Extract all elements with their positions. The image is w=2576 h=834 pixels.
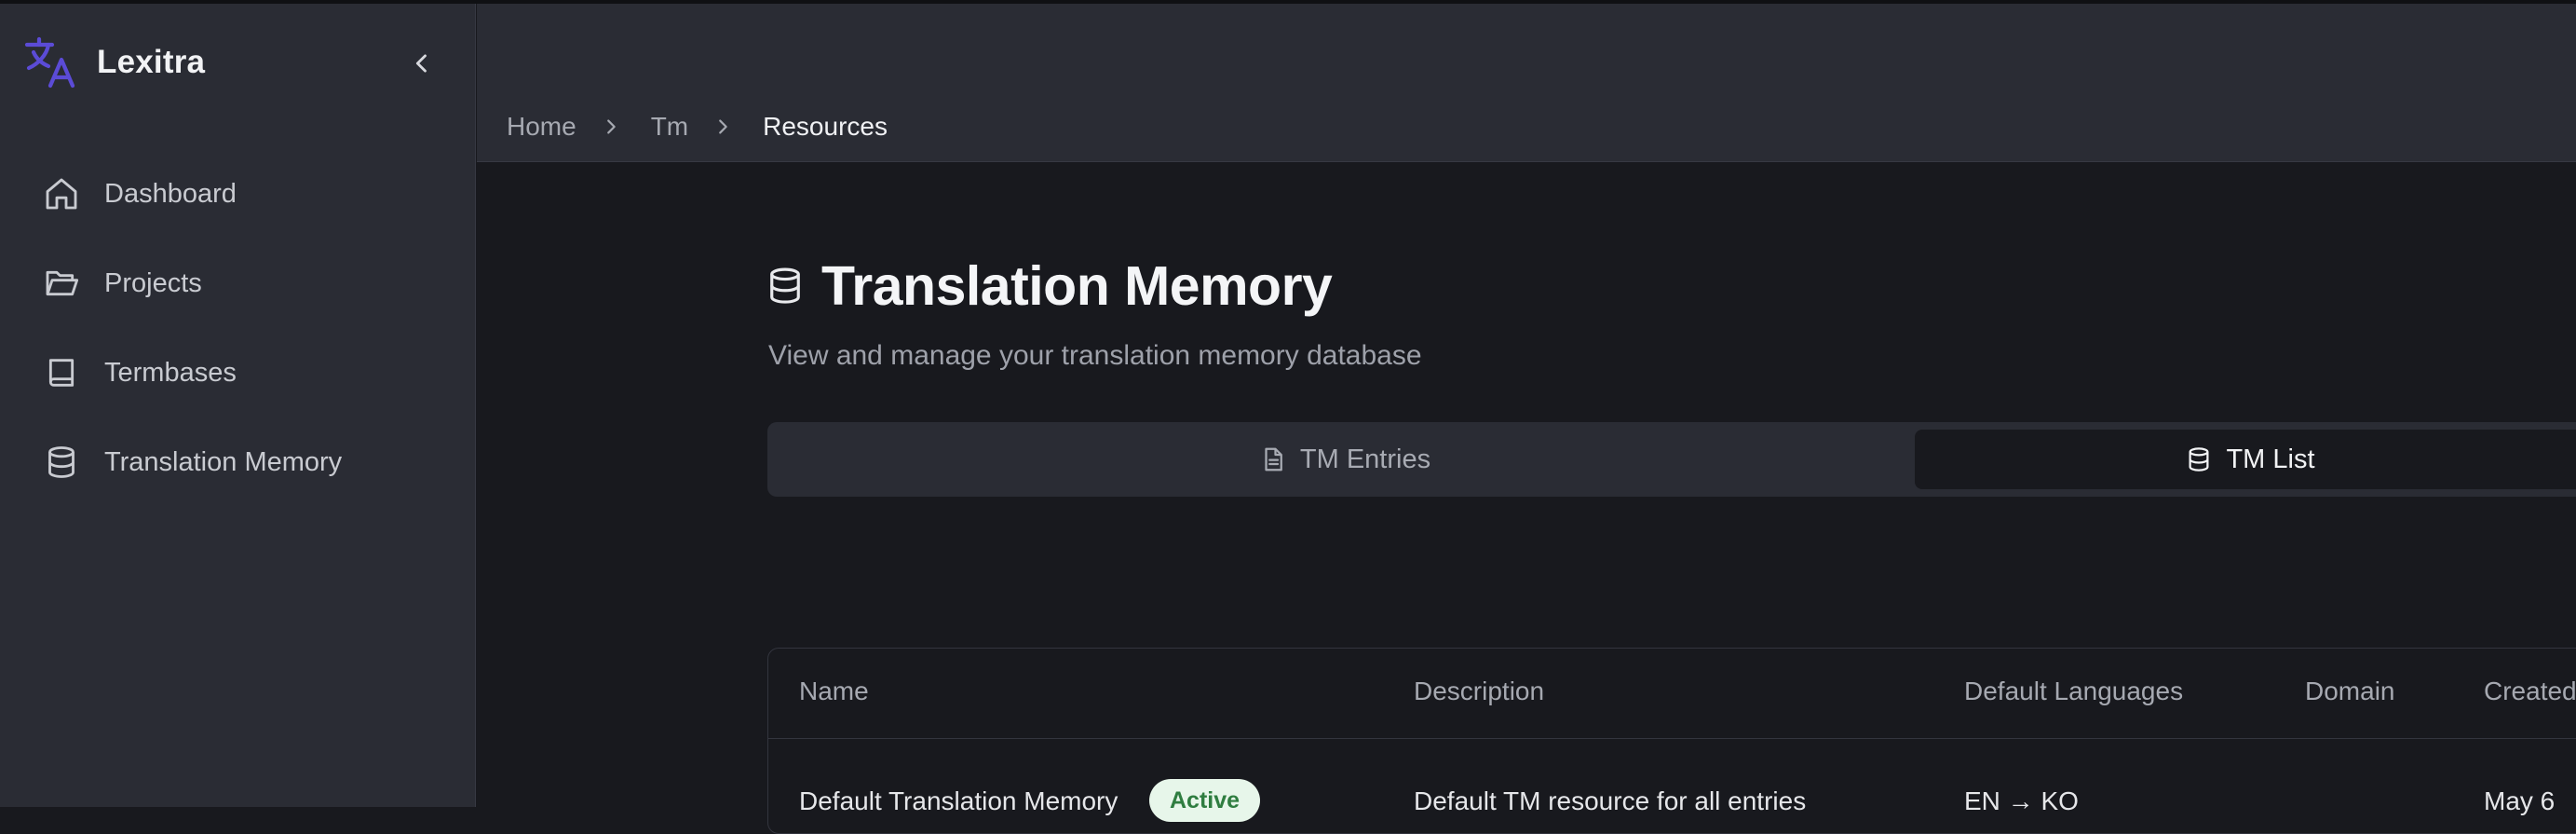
home-icon: [46, 178, 77, 210]
chevron-right-icon: [719, 119, 727, 134]
file-text-icon: [1265, 447, 1282, 472]
app-name: Lexitra: [97, 44, 206, 80]
database-icon: [2189, 447, 2209, 472]
table-header: Name Description Default Languages Domai…: [768, 649, 2576, 739]
brand[interactable]: Lexitra: [24, 35, 205, 89]
page-title: Translation Memory: [821, 255, 1333, 317]
column-header-description[interactable]: Description: [1414, 677, 1544, 706]
sidebar-item-label: Translation Memory: [104, 446, 343, 477]
tm-description: Default TM resource for all entries: [1414, 786, 1807, 815]
sidebar-nav: Dashboard Projects Termbases Translation…: [0, 149, 476, 507]
breadcrumb: Home Tm Resources: [507, 112, 888, 142]
tab-tm-list[interactable]: TM List: [1915, 430, 2576, 489]
chevron-left-icon: [415, 54, 427, 73]
tm-name[interactable]: Default Translation Memory: [799, 786, 1118, 816]
sidebar-item-termbases[interactable]: Termbases: [0, 328, 476, 417]
database-icon: [48, 446, 75, 478]
top-header: Home Tm Resources: [477, 4, 2576, 162]
main-content: Translation Memory View and manage your …: [477, 163, 2576, 834]
book-icon: [48, 359, 75, 387]
sidebar-item-translation-memory[interactable]: Translation Memory: [0, 417, 476, 507]
tab-label: TM List: [2226, 444, 2315, 474]
sidebar: Lexitra Dashboard Projects Termbases Tra…: [0, 4, 476, 807]
breadcrumb-current: Resources: [763, 112, 888, 141]
tm-list-table: Name Description Default Languages Domai…: [767, 648, 2576, 834]
tm-languages: EN → KO: [1964, 786, 2079, 815]
page-title-row: Translation Memory: [767, 254, 1333, 318]
translate-logo-icon: [24, 36, 75, 89]
tab-tm-entries[interactable]: TM Entries: [775, 430, 1915, 489]
column-header-domain[interactable]: Domain: [2305, 677, 2394, 706]
column-header-default-languages[interactable]: Default Languages: [1964, 677, 2183, 706]
tm-created: May 6: [2484, 786, 2556, 815]
sidebar-item-label: Dashboard: [104, 178, 237, 209]
status-badge: Active: [1149, 779, 1261, 822]
database-icon: [770, 267, 800, 304]
page-subtitle: View and manage your translation memory …: [768, 340, 1422, 371]
tab-label: TM Entries: [1299, 444, 1431, 474]
sidebar-item-dashboard[interactable]: Dashboard: [0, 149, 476, 239]
folder-open-icon: [46, 270, 79, 296]
chevron-right-icon: [606, 119, 616, 134]
column-header-created[interactable]: Created: [2484, 677, 2576, 706]
column-header-name[interactable]: Name: [799, 677, 869, 706]
sidebar-item-projects[interactable]: Projects: [0, 239, 476, 328]
sidebar-item-label: Termbases: [104, 357, 237, 388]
collapse-sidebar-button[interactable]: [405, 47, 439, 80]
breadcrumb-home[interactable]: Home: [507, 112, 576, 142]
tm-tabs: TM Entries TM List: [767, 422, 2576, 497]
breadcrumb-tm[interactable]: Tm: [651, 112, 688, 142]
sidebar-item-label: Projects: [104, 267, 202, 298]
